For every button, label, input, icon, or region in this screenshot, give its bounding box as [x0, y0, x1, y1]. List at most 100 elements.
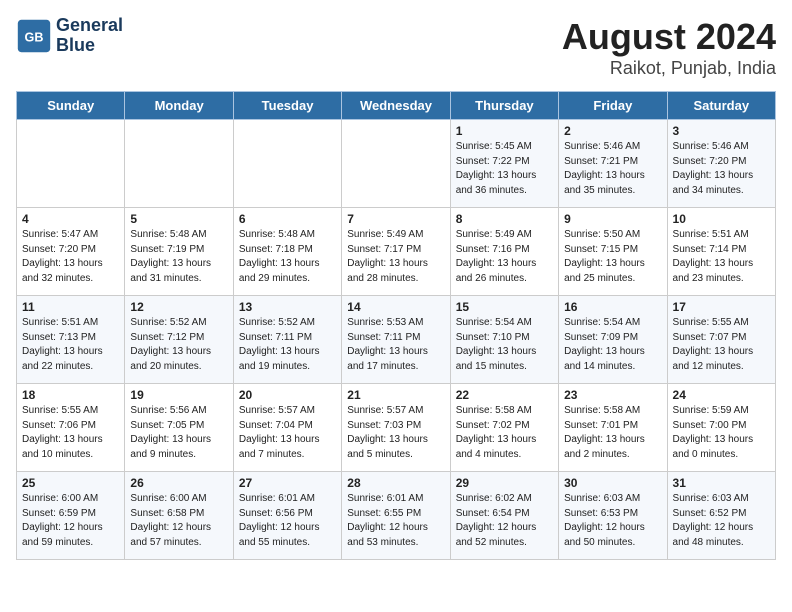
- cell-info: Sunrise: 5:47 AMSunset: 7:20 PMDaylight:…: [22, 229, 103, 284]
- calendar-cell: 15Sunrise: 5:54 AMSunset: 7:10 PMDayligh…: [450, 296, 558, 384]
- calendar-cell: 2Sunrise: 5:46 AMSunset: 7:21 PMDaylight…: [559, 120, 667, 208]
- calendar-cell: 13 Sunrise: 5:52 AMSunset: 7:11 PMDayligh…: [233, 296, 341, 384]
- cell-info: Sunrise: 5:51 AMSunset: 7:14 PMDaylight:…: [673, 229, 754, 284]
- day-number: 9: [564, 212, 661, 226]
- calendar-cell: 11 Sunrise: 5:51 AMSunset: 7:13 PMDayligh…: [17, 296, 125, 384]
- calendar-cell: 20 Sunrise: 5:57 AMSunset: 7:04 PMDayligh…: [233, 384, 341, 472]
- cell-info: Sunrise: 5:51 AMSunset: 7:13 PMDaylight:…: [22, 317, 103, 372]
- cell-info: Sunrise: 5:55 AMSunset: 7:07 PMDaylight:…: [673, 317, 754, 372]
- day-number: 14: [347, 300, 444, 314]
- day-number: 16: [564, 300, 661, 314]
- calendar-cell: [342, 120, 450, 208]
- calendar-cell: 9Sunrise: 5:50 AMSunset: 7:15 PMDaylight…: [559, 208, 667, 296]
- day-number: 29: [456, 476, 553, 490]
- calendar-cell: 30Sunrise: 6:03 AMSunset: 6:53 PMDayligh…: [559, 472, 667, 560]
- logo-icon: GB: [16, 18, 52, 54]
- day-number: 6: [239, 212, 336, 226]
- calendar-subtitle: Raikot, Punjab, India: [562, 58, 776, 79]
- calendar-cell: 16 Sunrise: 5:54 AMSunset: 7:09 PMDayligh…: [559, 296, 667, 384]
- weekday-header-wednesday: Wednesday: [342, 92, 450, 120]
- calendar-cell: 19 Sunrise: 5:56 AMSunset: 7:05 PMDayligh…: [125, 384, 233, 472]
- day-number: 15: [456, 300, 553, 314]
- calendar-cell: 26 Sunrise: 6:00 AMSunset: 6:58 PMDayligh…: [125, 472, 233, 560]
- cell-info: Sunrise: 5:57 AMSunset: 7:03 PMDaylight:…: [347, 405, 428, 460]
- day-number: 20: [239, 388, 336, 402]
- cell-info: Sunrise: 5:59 AMSunset: 7:00 PMDaylight:…: [673, 405, 754, 460]
- weekday-header-sunday: Sunday: [17, 92, 125, 120]
- weekday-header-row: SundayMondayTuesdayWednesdayThursdayFrid…: [17, 92, 776, 120]
- cell-info: Sunrise: 6:02 AMSunset: 6:54 PMDaylight:…: [456, 493, 537, 548]
- day-number: 5: [130, 212, 227, 226]
- week-row-5: 25 Sunrise: 6:00 AMSunset: 6:59 PMDayligh…: [17, 472, 776, 560]
- calendar-cell: 22Sunrise: 5:58 AMSunset: 7:02 PMDayligh…: [450, 384, 558, 472]
- calendar-cell: 17 Sunrise: 5:55 AMSunset: 7:07 PMDayligh…: [667, 296, 775, 384]
- logo: GB General Blue: [16, 16, 123, 56]
- day-number: 19: [130, 388, 227, 402]
- day-number: 3: [673, 124, 770, 138]
- cell-info: Sunrise: 5:52 AMSunset: 7:11 PMDaylight:…: [239, 317, 320, 372]
- cell-info: Sunrise: 5:57 AMSunset: 7:04 PMDaylight:…: [239, 405, 320, 460]
- weekday-header-saturday: Saturday: [667, 92, 775, 120]
- cell-info: Sunrise: 5:48 AMSunset: 7:19 PMDaylight:…: [130, 229, 211, 284]
- weekday-header-friday: Friday: [559, 92, 667, 120]
- calendar-cell: 25 Sunrise: 6:00 AMSunset: 6:59 PMDayligh…: [17, 472, 125, 560]
- day-number: 4: [22, 212, 119, 226]
- calendar-cell: 14 Sunrise: 5:53 AMSunset: 7:11 PMDayligh…: [342, 296, 450, 384]
- cell-info: Sunrise: 5:49 AMSunset: 7:17 PMDaylight:…: [347, 229, 428, 284]
- cell-info: Sunrise: 5:46 AMSunset: 7:20 PMDaylight:…: [673, 141, 754, 196]
- calendar-title: August 2024: [562, 16, 776, 58]
- cell-info: Sunrise: 6:03 AMSunset: 6:53 PMDaylight:…: [564, 493, 645, 548]
- day-number: 12: [130, 300, 227, 314]
- logo-line1: General: [56, 16, 123, 36]
- day-number: 22: [456, 388, 553, 402]
- cell-info: Sunrise: 6:00 AMSunset: 6:59 PMDaylight:…: [22, 493, 103, 548]
- day-number: 10: [673, 212, 770, 226]
- svg-text:GB: GB: [25, 30, 44, 44]
- weekday-header-thursday: Thursday: [450, 92, 558, 120]
- day-number: 11: [22, 300, 119, 314]
- calendar-cell: 18Sunrise: 5:55 AMSunset: 7:06 PMDayligh…: [17, 384, 125, 472]
- day-number: 28: [347, 476, 444, 490]
- calendar-cell: 21 Sunrise: 5:57 AMSunset: 7:03 PMDayligh…: [342, 384, 450, 472]
- day-number: 1: [456, 124, 553, 138]
- week-row-3: 11 Sunrise: 5:51 AMSunset: 7:13 PMDayligh…: [17, 296, 776, 384]
- cell-info: Sunrise: 6:03 AMSunset: 6:52 PMDaylight:…: [673, 493, 754, 548]
- day-number: 8: [456, 212, 553, 226]
- cell-info: Sunrise: 6:00 AMSunset: 6:58 PMDaylight:…: [130, 493, 211, 548]
- day-number: 25: [22, 476, 119, 490]
- calendar-cell: [233, 120, 341, 208]
- cell-info: Sunrise: 5:54 AMSunset: 7:09 PMDaylight:…: [564, 317, 645, 372]
- day-number: 26: [130, 476, 227, 490]
- cell-info: Sunrise: 5:53 AMSunset: 7:11 PMDaylight:…: [347, 317, 428, 372]
- calendar-cell: 23Sunrise: 5:58 AMSunset: 7:01 PMDayligh…: [559, 384, 667, 472]
- cell-info: Sunrise: 5:45 AMSunset: 7:22 PMDaylight:…: [456, 141, 537, 196]
- day-number: 13: [239, 300, 336, 314]
- cell-info: Sunrise: 6:01 AMSunset: 6:56 PMDaylight:…: [239, 493, 320, 548]
- calendar-cell: 10 Sunrise: 5:51 AMSunset: 7:14 PMDayligh…: [667, 208, 775, 296]
- calendar-cell: 29 Sunrise: 6:02 AMSunset: 6:54 PMDayligh…: [450, 472, 558, 560]
- calendar-cell: 27Sunrise: 6:01 AMSunset: 6:56 PMDayligh…: [233, 472, 341, 560]
- calendar-cell: 3 Sunrise: 5:46 AMSunset: 7:20 PMDaylight…: [667, 120, 775, 208]
- day-number: 7: [347, 212, 444, 226]
- day-number: 21: [347, 388, 444, 402]
- calendar-cell: 28 Sunrise: 6:01 AMSunset: 6:55 PMDayligh…: [342, 472, 450, 560]
- cell-info: Sunrise: 5:56 AMSunset: 7:05 PMDaylight:…: [130, 405, 211, 460]
- logo-text: General Blue: [56, 16, 123, 56]
- weekday-header-tuesday: Tuesday: [233, 92, 341, 120]
- day-number: 2: [564, 124, 661, 138]
- week-row-1: 1 Sunrise: 5:45 AMSunset: 7:22 PMDaylight…: [17, 120, 776, 208]
- day-number: 24: [673, 388, 770, 402]
- calendar-cell: 1 Sunrise: 5:45 AMSunset: 7:22 PMDaylight…: [450, 120, 558, 208]
- title-block: August 2024 Raikot, Punjab, India: [562, 16, 776, 79]
- calendar-cell: 24 Sunrise: 5:59 AMSunset: 7:00 PMDayligh…: [667, 384, 775, 472]
- day-number: 18: [22, 388, 119, 402]
- cell-info: Sunrise: 6:01 AMSunset: 6:55 PMDaylight:…: [347, 493, 428, 548]
- day-number: 23: [564, 388, 661, 402]
- calendar-cell: [125, 120, 233, 208]
- day-number: 17: [673, 300, 770, 314]
- calendar-cell: 6 Sunrise: 5:48 AMSunset: 7:18 PMDaylight…: [233, 208, 341, 296]
- calendar-cell: 7 Sunrise: 5:49 AMSunset: 7:17 PMDaylight…: [342, 208, 450, 296]
- cell-info: Sunrise: 5:48 AMSunset: 7:18 PMDaylight:…: [239, 229, 320, 284]
- cell-info: Sunrise: 5:52 AMSunset: 7:12 PMDaylight:…: [130, 317, 211, 372]
- calendar-cell: [17, 120, 125, 208]
